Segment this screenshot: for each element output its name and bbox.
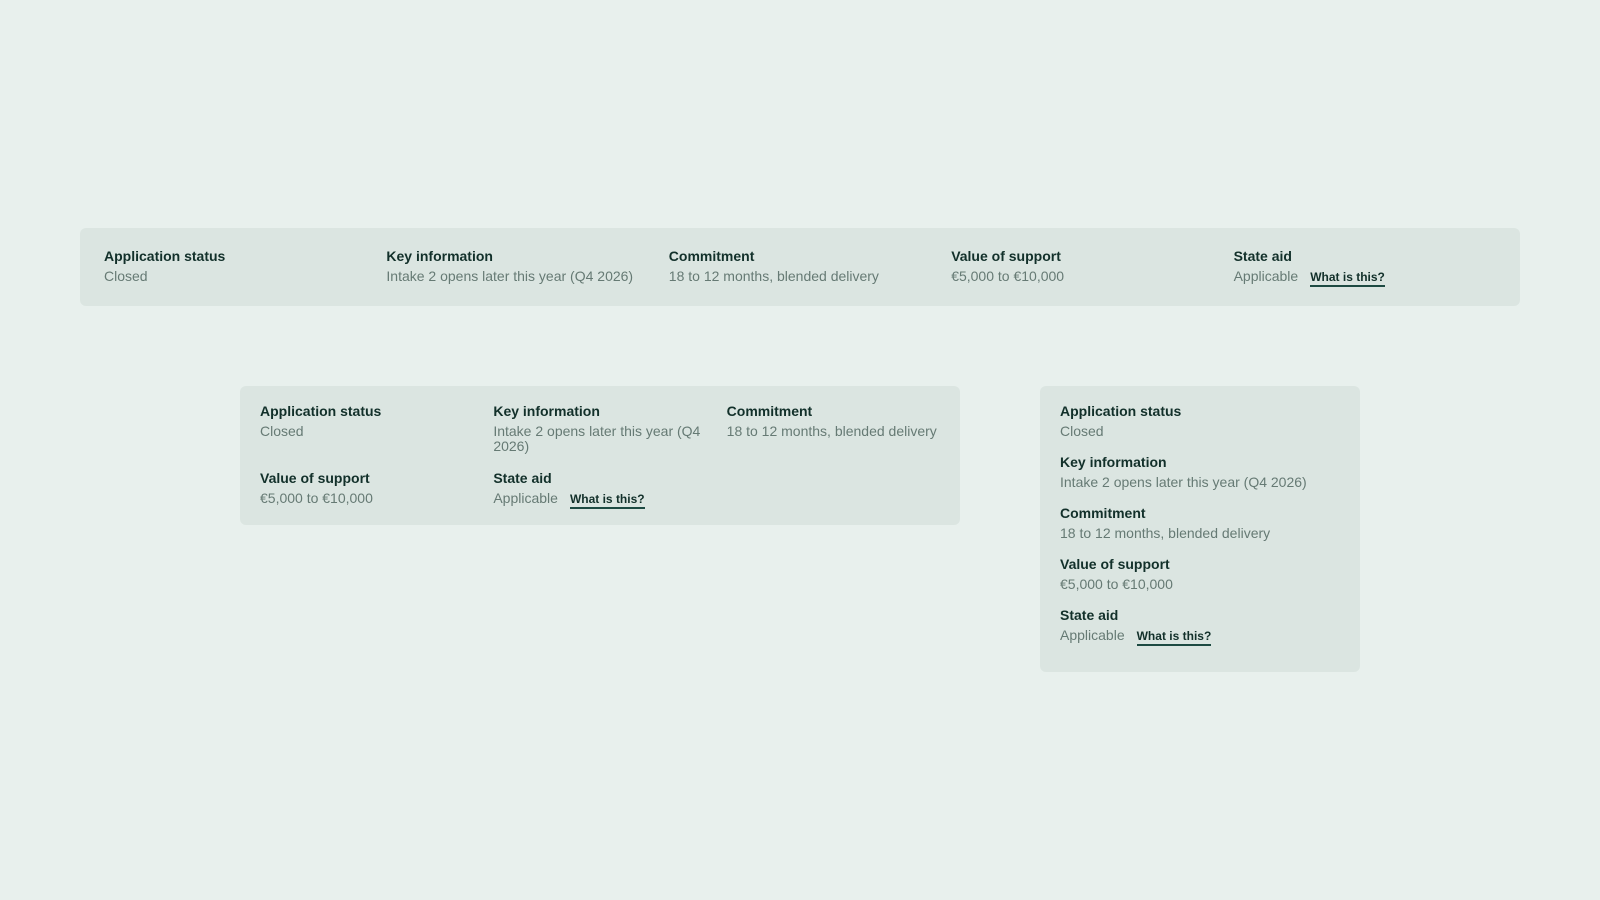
value-of-support-value: €5,000 to €10,000 [951, 268, 1065, 284]
commitment-value: 18 to 12 months, blended delivery [668, 268, 879, 284]
state-aid-value: Applicable [493, 490, 558, 506]
state-aid-value: Applicable [1060, 627, 1125, 643]
value-of-support-item: Value of support €5,000 to €10,000 [951, 248, 1213, 306]
state-aid-value-row: Applicable What is this? [1234, 269, 1496, 287]
key-information-value: Intake 2 opens later this year (Q4 2026) [493, 423, 701, 454]
what-is-this-link[interactable]: What is this? [569, 492, 645, 509]
key-information-item: Key information Intake 2 opens later thi… [386, 248, 648, 306]
commitment-item: Commitment 18 to 12 months, blended deli… [1060, 505, 1340, 541]
application-status-item: Application status Closed [260, 403, 473, 454]
key-information-label: Key information [386, 248, 493, 264]
value-of-support-item: Value of support €5,000 to €10,000 [260, 470, 473, 509]
value-of-support-value: €5,000 to €10,000 [1060, 576, 1173, 592]
application-status-label: Application status [1060, 403, 1182, 419]
what-is-this-link[interactable]: What is this? [1310, 270, 1385, 287]
application-status-value: Closed [1060, 423, 1104, 439]
what-is-this-link[interactable]: What is this? [1136, 629, 1212, 646]
summary-panel-wide: Application status Closed Key informatio… [80, 228, 1520, 306]
value-of-support-label: Value of support [951, 248, 1061, 264]
key-information-item: Key information Intake 2 opens later thi… [493, 403, 706, 454]
value-of-support-label: Value of support [260, 470, 370, 486]
key-information-value: Intake 2 opens later this year (Q4 2026) [1060, 474, 1307, 490]
commitment-label: Commitment [726, 403, 813, 419]
commitment-item: Commitment 18 to 12 months, blended deli… [669, 248, 931, 306]
state-aid-value-row: Applicable What is this? [1060, 628, 1340, 646]
state-aid-item: State aid Applicable What is this? [493, 470, 706, 509]
state-aid-label: State aid [1233, 248, 1292, 264]
application-status-value: Closed [260, 423, 304, 439]
state-aid-item: State aid Applicable What is this? [1060, 607, 1340, 646]
value-of-support-value: €5,000 to €10,000 [260, 490, 373, 506]
commitment-value: 18 to 12 months, blended delivery [1060, 525, 1271, 541]
application-status-label: Application status [260, 403, 382, 419]
commitment-label: Commitment [1060, 505, 1146, 521]
state-aid-label: State aid [1060, 607, 1119, 623]
value-of-support-label: Value of support [1060, 556, 1170, 572]
state-aid-value-row: Applicable What is this? [493, 491, 706, 509]
commitment-item: Commitment 18 to 12 months, blended deli… [727, 403, 940, 454]
application-status-label: Application status [104, 248, 226, 264]
summary-panel-medium: Application status Closed Key informatio… [240, 386, 960, 525]
summary-panel-narrow: Application status Closed Key informatio… [1040, 386, 1360, 672]
state-aid-label: State aid [493, 470, 552, 486]
commitment-label: Commitment [668, 248, 755, 264]
value-of-support-item: Value of support €5,000 to €10,000 [1060, 556, 1340, 592]
key-information-value: Intake 2 opens later this year (Q4 2026) [386, 268, 634, 284]
application-status-value: Closed [104, 268, 148, 284]
state-aid-item: State aid Applicable What is this? [1234, 248, 1496, 306]
commitment-value: 18 to 12 months, blended delivery [726, 423, 937, 439]
application-status-item: Application status Closed [104, 248, 366, 306]
key-information-item: Key information Intake 2 opens later thi… [1060, 454, 1340, 490]
application-status-item: Application status Closed [1060, 403, 1340, 439]
key-information-label: Key information [1060, 454, 1167, 470]
key-information-label: Key information [493, 403, 600, 419]
state-aid-value: Applicable [1233, 268, 1299, 284]
